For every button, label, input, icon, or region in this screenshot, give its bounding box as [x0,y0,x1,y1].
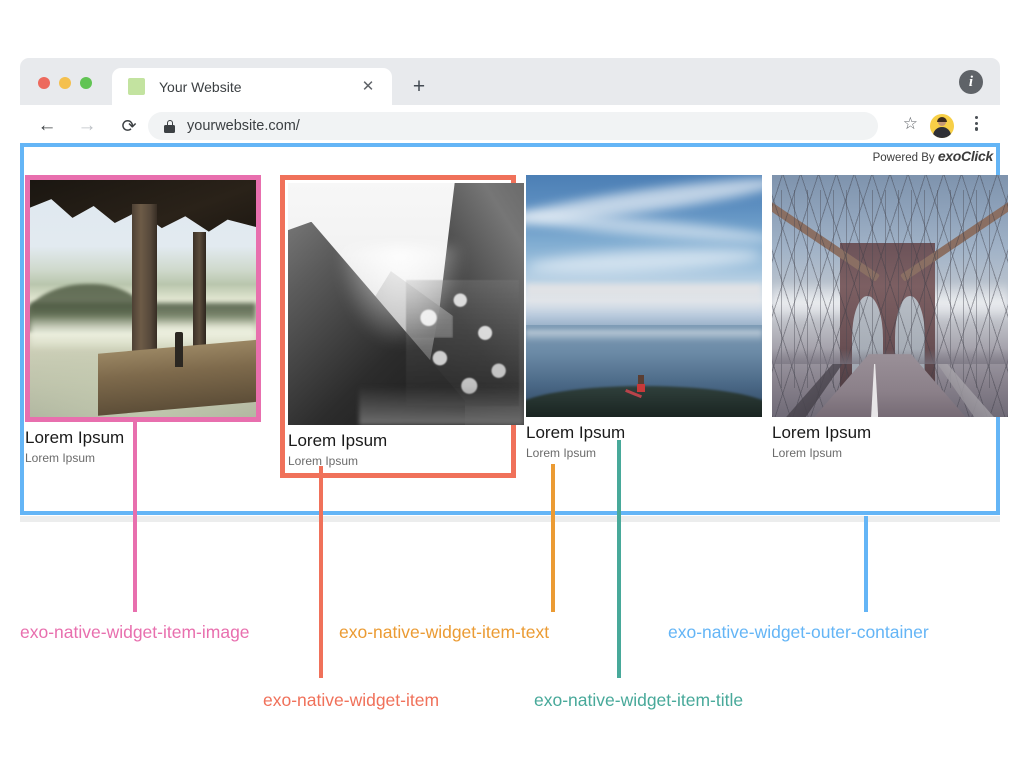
browser-toolbar: ← → ⟳ yourwebsite.com/ ☆ [20,105,1000,146]
page-bottom-strip [20,516,1000,522]
browser-tab[interactable]: Your Website ✕ [112,68,392,105]
exo-native-widget-item-text: Lorem Ipsum Lorem Ipsum [526,417,762,460]
close-icon[interactable]: ✕ [360,79,376,95]
exo-native-widget-item-description: Lorem Ipsum [772,446,1008,460]
leader-line-outer-container [864,516,868,612]
browser-menu-button[interactable] [975,116,978,131]
exo-native-widget-item-title: Lorem Ipsum [288,431,508,451]
exo-native-widget-items: Lorem Ipsum Lorem Ipsum Lorem Ipsum Lore… [24,175,1008,478]
exo-native-widget-item-title: Lorem Ipsum [526,423,762,443]
new-tab-button[interactable]: + [408,75,430,97]
exo-native-widget-outer-container: Powered By exoClick Lorem Ipsum L [20,143,1000,515]
annotation-label-item-title: exo-native-widget-item-title [534,690,743,711]
leader-line-item-image [133,420,137,612]
exo-native-widget-item-image[interactable] [25,175,261,422]
exo-native-widget-item-text: Lorem Ipsum Lorem Ipsum [288,425,508,468]
close-window-button[interactable] [38,77,50,89]
exo-native-widget-item[interactable]: Lorem Ipsum Lorem Ipsum [280,175,516,478]
tab-title: Your Website [159,79,242,95]
reload-button[interactable]: ⟳ [116,113,142,139]
exo-native-widget-item-text: Lorem Ipsum Lorem Ipsum [25,422,261,465]
url-text[interactable]: yourwebsite.com/ [187,118,300,134]
exo-native-widget-item-image[interactable] [526,175,762,417]
exo-native-widget-item-image[interactable] [288,183,524,425]
exo-native-widget-item[interactable]: Lorem Ipsum Lorem Ipsum [772,175,1008,478]
exo-native-widget-item-text: Lorem Ipsum Lorem Ipsum [772,417,1008,460]
annotation-label-item-image: exo-native-widget-item-image [20,622,250,643]
bookmark-star-icon[interactable]: ☆ [903,115,918,132]
address-bar[interactable]: yourwebsite.com/ [148,112,878,140]
powered-by-prefix: Powered By [873,152,938,164]
exoclick-brand: exoClick [938,148,993,164]
browser-window: Your Website ✕ + i ← → ⟳ yourwebsite.com… [20,58,1000,146]
page-favicon [128,78,145,95]
lock-icon [164,120,175,133]
maximize-window-button[interactable] [80,77,92,89]
exo-native-widget-item-title: Lorem Ipsum [25,428,261,448]
leader-line-item [319,466,323,678]
exo-native-widget-item[interactable]: Lorem Ipsum Lorem Ipsum [526,175,762,478]
back-button[interactable]: ← [34,113,60,139]
annotation-label-outer-container: exo-native-widget-outer-container [668,622,929,643]
annotation-label-item: exo-native-widget-item [263,690,439,711]
exo-native-widget-item-image[interactable] [772,175,1008,417]
exo-native-widget-item[interactable]: Lorem Ipsum Lorem Ipsum [25,175,261,478]
avatar[interactable] [930,114,954,138]
annotation-label-item-text: exo-native-widget-item-text [339,622,549,643]
exo-native-widget-item-title: Lorem Ipsum [772,423,1008,443]
powered-by-label: Powered By exoClick [873,148,993,164]
info-icon[interactable]: i [959,70,983,94]
exo-native-widget-item-description: Lorem Ipsum [25,451,261,465]
leader-line-item-text [551,464,555,612]
forward-button[interactable]: → [74,113,100,139]
screenshot-root: Your Website ✕ + i ← → ⟳ yourwebsite.com… [0,0,1024,768]
browser-tab-strip: Your Website ✕ + i [20,58,1000,105]
window-traffic-lights [38,77,92,89]
exo-native-widget-item-description: Lorem Ipsum [526,446,762,460]
leader-line-item-title [617,440,621,678]
minimize-window-button[interactable] [59,77,71,89]
